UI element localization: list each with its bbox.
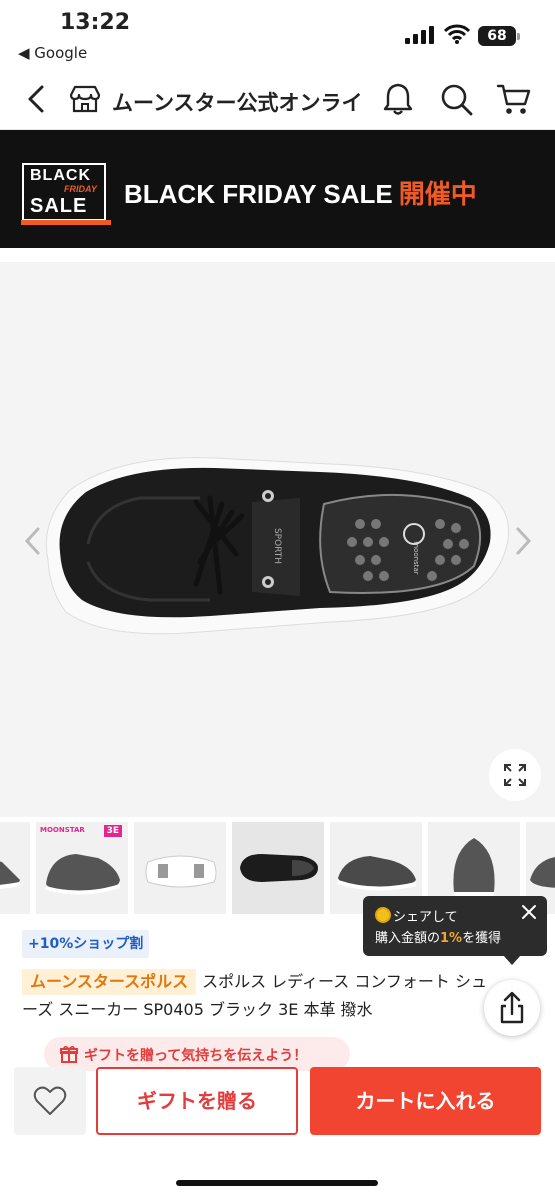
coin-icon — [375, 907, 391, 923]
close-icon[interactable] — [521, 904, 537, 920]
banner-highlight: 開催中 — [398, 179, 477, 209]
banner-title: BLACK FRIDAY SALE — [124, 179, 393, 209]
brand-tag[interactable]: ムーンスタースポルス — [22, 969, 197, 995]
home-indicator — [176, 1180, 378, 1186]
share-reward-tooltip: シェアして 購入金額の1%を獲得 — [363, 896, 547, 965]
share-icon — [500, 991, 524, 1024]
thumbnail-2[interactable]: MOONSTAR 3E — [36, 822, 128, 914]
thumb-width-badge: 3E — [103, 825, 122, 837]
add-to-cart-button[interactable]: カートに入れる — [310, 1067, 541, 1135]
tooltip-line1: シェアして — [393, 910, 458, 925]
cart-icon[interactable] — [496, 82, 532, 116]
thumbnail-1[interactable] — [0, 822, 30, 914]
nav-header: ムーンスター公式オンライ — [0, 70, 555, 130]
gift-prompt-text: ギフトを贈って気持ちを伝えよう！ — [84, 1048, 308, 1064]
carousel-prev-icon[interactable] — [22, 526, 44, 556]
signal-icon — [405, 26, 434, 44]
badge-stripe — [21, 220, 111, 225]
tooltip-suffix: を獲得 — [462, 931, 502, 946]
heart-icon — [33, 1086, 67, 1115]
back-to-app-link[interactable]: ◀ Google — [18, 44, 87, 62]
banner-text: BLACK FRIDAY SALE 開催中 — [124, 174, 477, 211]
gift-icon — [60, 1045, 78, 1063]
product-image-carousel[interactable]: SPORTH moonstar — [0, 262, 555, 817]
tooltip-prefix: 購入金額の — [375, 931, 441, 946]
sale-badge: BLACK FRIDAY SALE — [21, 163, 111, 225]
tooltip-highlight: 1% — [440, 931, 463, 946]
black-friday-banner[interactable]: BLACK FRIDAY SALE BLACK FRIDAY SALE 開催中 — [0, 130, 555, 248]
badge-line3: SALE — [30, 195, 88, 217]
wifi-icon — [444, 24, 470, 44]
store-icon — [69, 85, 101, 113]
insole-label: moonstar — [412, 541, 420, 575]
status-time: 13:22 — [60, 10, 131, 35]
shop-discount-badge: +10%ショップ割 — [22, 930, 150, 958]
badge-line2: FRIDAY — [64, 184, 97, 194]
status-bar: 13:22 ◀ Google 68 — [0, 0, 555, 70]
gift-prompt: ギフトを贈って気持ちを伝えよう！ — [44, 1037, 350, 1079]
thumbnail-4-selected[interactable] — [232, 822, 324, 914]
expand-icon — [504, 764, 526, 786]
tooltip-line2: 購入金額の1%を獲得 — [375, 927, 501, 946]
product-title: ムーンスタースポルス スポルス レディース コンフォート シューズ スニーカー S… — [22, 968, 500, 1024]
badge-line1: BLACK — [30, 167, 91, 184]
product-photo-shoe: SPORTH moonstar — [45, 457, 510, 635]
product-print-label: SPORTH — [272, 528, 282, 564]
favorite-button[interactable] — [14, 1067, 86, 1135]
chevron-left-icon[interactable] — [26, 84, 46, 114]
bell-icon[interactable] — [382, 82, 414, 116]
carousel-next-icon[interactable] — [512, 526, 534, 556]
page-title: ムーンスター公式オンライ — [112, 91, 363, 115]
thumb-brand-logo: MOONSTAR — [40, 826, 85, 834]
expand-image-button[interactable] — [489, 749, 541, 801]
send-gift-button[interactable]: ギフトを贈る — [96, 1067, 298, 1135]
search-icon[interactable] — [440, 83, 474, 117]
battery-indicator: 68 — [478, 26, 520, 46]
thumbnail-3[interactable] — [134, 822, 226, 914]
share-button[interactable] — [484, 980, 540, 1036]
